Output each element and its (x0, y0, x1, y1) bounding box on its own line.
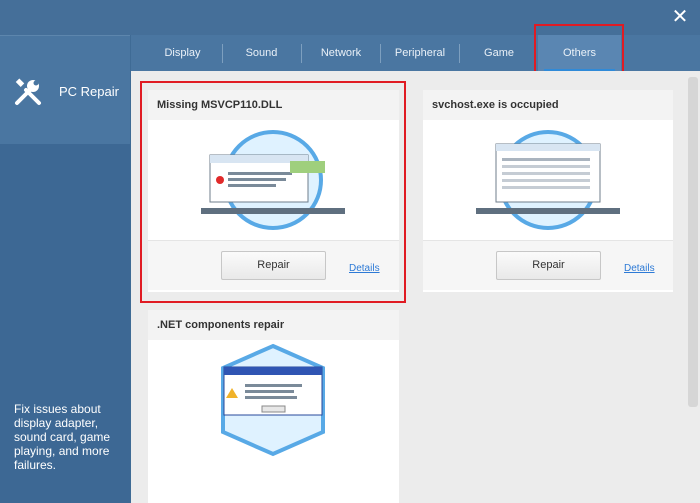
card-dotnet: .NET components repair (148, 310, 399, 503)
wrench-screwdriver-icon (15, 78, 41, 105)
sidebar-description: Fix issues about display adapter, sound … (14, 402, 111, 472)
card-svchost: svchost.exe is occupied Repair Details (423, 90, 673, 292)
tab-peripheral[interactable]: Peripheral (381, 35, 459, 71)
tab-sound[interactable]: Sound (223, 35, 300, 71)
repair-button[interactable]: Repair (496, 251, 601, 280)
card-title: .NET components repair (157, 319, 285, 331)
main-content: Missing MSVCP110.DLL Repair Details svch… (131, 71, 700, 503)
card-title: svchost.exe is occupied (432, 99, 559, 111)
vertical-scrollbar[interactable] (688, 77, 698, 407)
tab-network[interactable]: Network (302, 35, 380, 71)
tab-display[interactable]: Display (131, 35, 234, 71)
close-icon[interactable]: ✕ (670, 7, 690, 27)
task-manager-illustration (476, 130, 620, 230)
tab-game[interactable]: Game (460, 35, 538, 71)
app-title: PC Repair (59, 84, 119, 99)
card-highlight (140, 81, 406, 303)
dotnet-dialog-illustration (221, 343, 325, 457)
details-link[interactable]: Details (624, 263, 655, 274)
sidebar-header: PC Repair (0, 36, 130, 144)
others-tab-highlight (534, 24, 624, 74)
sidebar: PC Repair Fix issues about display adapt… (0, 35, 130, 503)
